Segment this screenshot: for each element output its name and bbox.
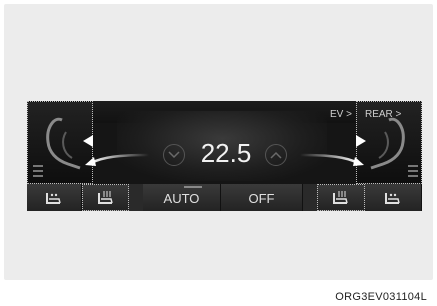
climate-control-panel: EV > REAR > 22.5 AUTO OFF [27,101,422,211]
left-airflow-arrow-icon [83,135,157,166]
temp-up-button[interactable] [265,144,287,166]
driver-seat-heat-button[interactable] [27,184,82,211]
auto-label: AUTO [163,191,200,206]
auto-button[interactable]: AUTO [143,184,221,211]
seat-heat-icon [46,192,61,204]
off-button[interactable]: OFF [221,184,303,211]
seat-heat-icon [385,192,400,204]
rear-button[interactable]: REAR > [365,109,405,120]
auto-indicator-line [184,186,202,188]
seat-ventilation-icon [333,190,348,204]
chevron-up-icon [270,151,282,159]
right-airflow-arrow-icon [292,135,366,166]
temperature-display: 22.5 [200,138,252,168]
ev-button[interactable]: EV > [330,109,358,120]
driver-seat-vent-button[interactable] [82,184,129,211]
bottom-button-bar: AUTO OFF [27,184,422,211]
passenger-seat-vent-button[interactable] [317,184,365,211]
temp-down-button[interactable] [163,144,185,166]
chevron-down-icon [168,151,180,159]
seat-ventilation-icon [97,190,113,204]
image-code: ORG3EV031104L [335,291,427,303]
off-label: OFF [248,191,275,206]
passenger-seat-heat-button[interactable] [365,184,422,211]
